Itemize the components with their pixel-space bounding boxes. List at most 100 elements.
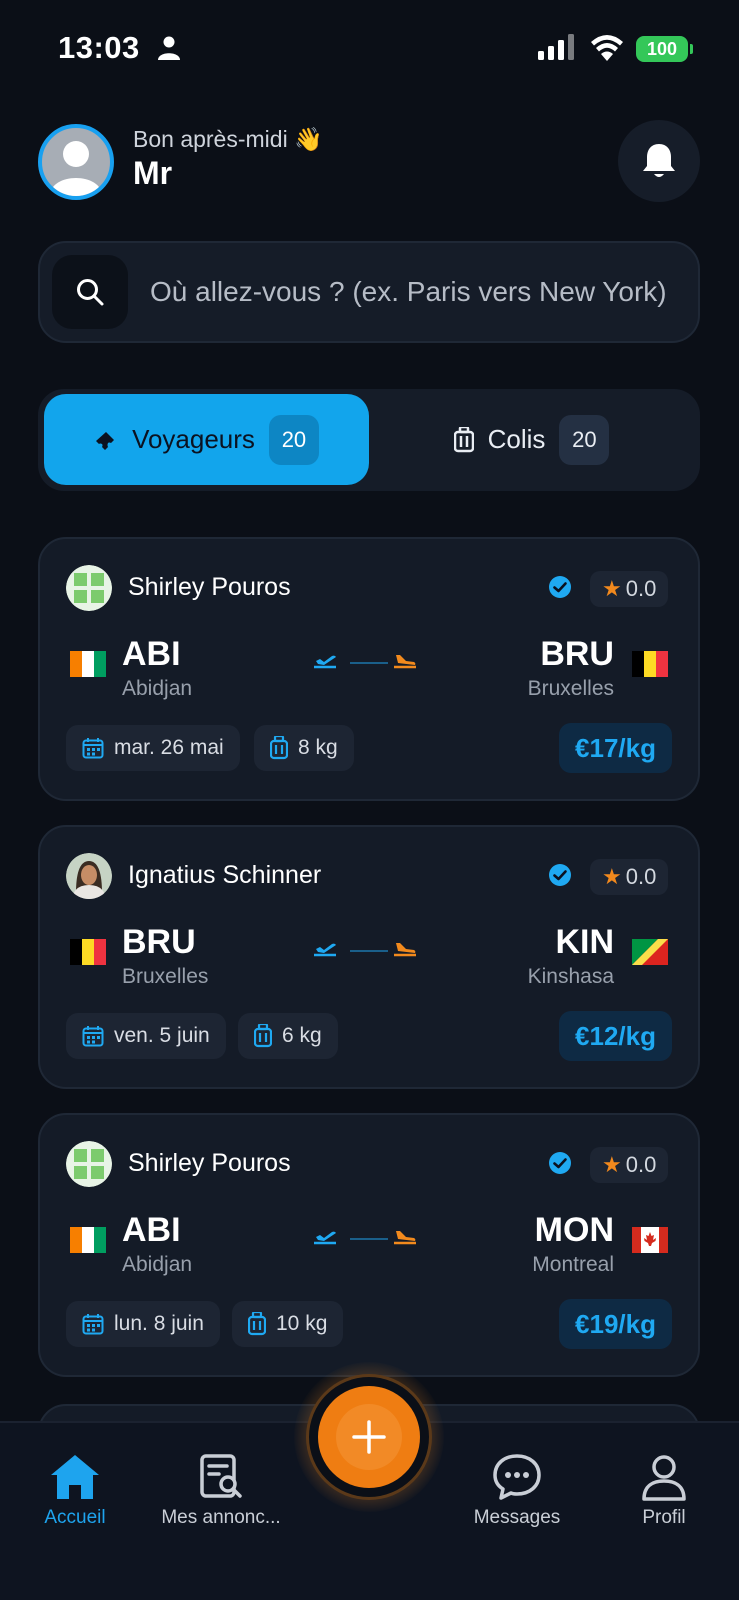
fab-inner: [336, 1404, 402, 1470]
rating-value: 0.0: [625, 576, 657, 601]
ticket-icon: [94, 428, 118, 452]
chat-icon: [493, 1454, 541, 1500]
nav-messages-label: Messages: [473, 1507, 561, 1528]
tab-colis-label: Colis: [487, 424, 546, 454]
tab-voyageurs-label: Voyageurs: [132, 424, 255, 454]
verified-icon: [548, 863, 572, 892]
rating-value: 0.0: [625, 864, 657, 889]
search-input[interactable]: Où allez-vous ? (ex. Paris vers New York…: [150, 243, 667, 341]
weight-text: 8 kg: [298, 736, 338, 759]
luggage-icon: [453, 426, 474, 453]
destination-code: BRU: [540, 635, 614, 673]
rating-badge: ★ 0.0: [590, 571, 669, 607]
traveler-name: Shirley Pouros: [128, 573, 291, 601]
weight-chip: 6 kg: [238, 1013, 338, 1059]
date-chip: lun. 8 juin: [66, 1301, 220, 1347]
calendar-icon: [82, 738, 104, 759]
origin-city: Abidjan: [122, 1253, 193, 1276]
destination-code: MON: [534, 1211, 614, 1249]
weight-chip: 8 kg: [254, 725, 354, 771]
belgium-flag: [632, 651, 668, 677]
nav-accueil-label: Accueil: [44, 1507, 106, 1528]
star-icon: ★: [602, 1152, 622, 1177]
search-icon[interactable]: [52, 255, 128, 329]
price-badge: €17/kg: [559, 723, 672, 773]
trip-card[interactable]: Shirley Pouros ★ 0.0 ABI Abidjan MON Mont…: [38, 1113, 700, 1377]
luggage-icon: [270, 736, 288, 760]
listings-icon: [200, 1454, 242, 1498]
battery-icon: 100: [636, 36, 688, 62]
trip-card[interactable]: Shirley Pouros ★ 0.0 ABI Abidjan BRU Brux…: [38, 537, 700, 801]
signal-icon: [538, 34, 576, 65]
plus-icon: [352, 1420, 386, 1454]
status-time: 13:03: [58, 30, 140, 65]
luggage-icon: [254, 1024, 272, 1048]
canada-flag: [632, 1227, 668, 1253]
photo-avatar: [66, 853, 112, 899]
origin-city: Bruxelles: [122, 965, 209, 988]
notifications-button[interactable]: [618, 120, 700, 202]
nav-profil-label: Profil: [642, 1507, 686, 1528]
origin-code: ABI: [122, 1211, 181, 1249]
verified-icon: [548, 575, 572, 604]
weight-text: 6 kg: [282, 1024, 322, 1047]
bell-icon: [643, 144, 675, 177]
flight-route-icon: [310, 935, 460, 972]
home-icon: [51, 1455, 99, 1499]
destination-code: KIN: [555, 923, 614, 961]
nav-mes-annonces[interactable]: Mes annonc...: [146, 1453, 296, 1529]
price-badge: €19/kg: [559, 1299, 672, 1349]
verified-icon: [548, 1151, 572, 1180]
nav-mes-annonces-label: Mes annonc...: [161, 1507, 281, 1528]
nav-profil[interactable]: Profil: [589, 1453, 739, 1529]
date-chip: ven. 5 juin: [66, 1013, 226, 1059]
traveler-name: Ignatius Schinner: [128, 861, 322, 889]
person-icon: [158, 36, 180, 65]
star-icon: ★: [602, 864, 622, 889]
trip-card[interactable]: Ignatius Schinner ★ 0.0 BRU Bruxelles KIN…: [38, 825, 700, 1089]
luggage-icon: [248, 1312, 266, 1336]
ivory-coast-flag: [70, 651, 106, 677]
status-bar: 13:03 100: [0, 0, 739, 100]
rating-value: 0.0: [625, 1152, 657, 1177]
username: Mr: [133, 155, 173, 191]
star-icon: ★: [602, 576, 622, 601]
flight-route-icon: [310, 647, 460, 684]
tab-voyageurs-count: 20: [268, 414, 319, 465]
calendar-icon: [82, 1314, 104, 1335]
belgium-flag: [70, 939, 106, 965]
avatar[interactable]: [38, 124, 114, 200]
calendar-icon: [82, 1026, 104, 1047]
date-text: mar. 26 mai: [114, 736, 224, 759]
traveler-name: Shirley Pouros: [128, 1149, 291, 1177]
greeting: Bon après-midi 👋: [133, 126, 323, 152]
tab-colis-count: 20: [559, 414, 610, 465]
origin-city: Abidjan: [122, 677, 193, 700]
flight-route-icon: [310, 1223, 460, 1260]
destination-city: Bruxelles: [527, 677, 614, 700]
flag-avatar: [66, 1141, 112, 1187]
rating-badge: ★ 0.0: [590, 1147, 669, 1183]
wifi-icon: [590, 33, 624, 66]
nav-accueil[interactable]: Accueil: [0, 1453, 150, 1529]
date-text: lun. 8 juin: [114, 1312, 204, 1335]
origin-code: BRU: [122, 923, 196, 961]
date-text: ven. 5 juin: [114, 1024, 210, 1047]
weight-text: 10 kg: [276, 1312, 328, 1335]
nav-messages[interactable]: Messages: [442, 1453, 592, 1529]
origin-code: ABI: [122, 635, 181, 673]
date-chip: mar. 26 mai: [66, 725, 240, 771]
tab-bar: Voyageurs 20 Colis 20: [38, 389, 700, 491]
weight-chip: 10 kg: [232, 1301, 344, 1347]
price-badge: €12/kg: [559, 1011, 672, 1061]
tab-colis[interactable]: Colis 20: [369, 394, 694, 485]
destination-city: Kinshasa: [527, 965, 614, 988]
add-button[interactable]: [318, 1386, 420, 1488]
rating-badge: ★ 0.0: [590, 859, 669, 895]
battery-nub: [690, 44, 693, 54]
flag-avatar: [66, 565, 112, 611]
destination-city: Montreal: [532, 1253, 614, 1276]
tab-voyageurs[interactable]: Voyageurs 20: [44, 394, 369, 485]
search-bar[interactable]: Où allez-vous ? (ex. Paris vers New York…: [38, 241, 700, 343]
ivory-coast-flag: [70, 1227, 106, 1253]
